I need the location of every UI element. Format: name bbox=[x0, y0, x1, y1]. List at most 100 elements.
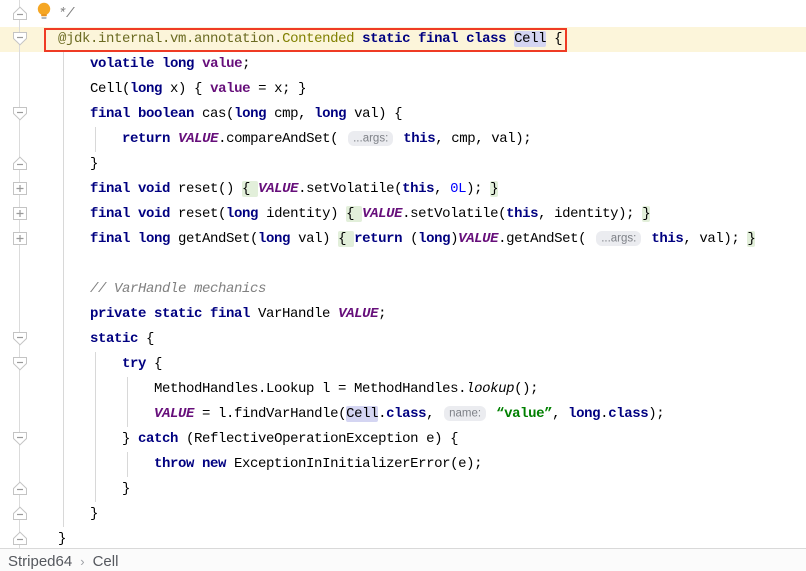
code-token: final long bbox=[90, 231, 171, 247]
code-token: } bbox=[26, 531, 67, 547]
code-token: private static final bbox=[90, 306, 251, 322]
code-token: cas( bbox=[194, 106, 235, 122]
code-token: , bbox=[434, 181, 451, 197]
code-line: */ bbox=[26, 2, 755, 27]
code-editor[interactable]: */ @jdk.internal.vm.annotation.Contended… bbox=[0, 0, 806, 548]
code-token: this bbox=[651, 231, 684, 247]
fold-start-icon[interactable] bbox=[12, 356, 28, 371]
code-token: (ReflectiveOperationException e) { bbox=[178, 431, 459, 447]
code-token: Cell( bbox=[26, 81, 131, 97]
fold-end-icon[interactable] bbox=[12, 156, 28, 171]
code-token: VALUE bbox=[258, 181, 299, 197]
collapsed-icon[interactable] bbox=[12, 181, 28, 196]
fold-end-icon[interactable] bbox=[12, 481, 28, 496]
code-token: val) { bbox=[346, 106, 403, 122]
code-token: { bbox=[138, 331, 155, 347]
code-line: } bbox=[26, 502, 755, 527]
code-token: static bbox=[90, 331, 139, 347]
code-token: final boolean bbox=[90, 106, 195, 122]
code-line: } bbox=[26, 152, 755, 177]
fold-start-icon[interactable] bbox=[12, 106, 28, 121]
code-token: .getAndSet( bbox=[498, 231, 595, 247]
code-token: try bbox=[122, 356, 147, 372]
code-token: return bbox=[354, 231, 403, 247]
code-token: . bbox=[600, 406, 609, 422]
code-line: return VALUE.compareAndSet( ...args: thi… bbox=[26, 127, 755, 152]
code-token: VALUE bbox=[154, 406, 195, 422]
intention-bulb-icon[interactable] bbox=[36, 2, 52, 20]
code-token: ; bbox=[242, 56, 251, 72]
code-token: { bbox=[242, 181, 259, 197]
breadcrumb-item-striped64[interactable]: Striped64 bbox=[8, 553, 72, 570]
code-token: reset( bbox=[170, 206, 227, 222]
breadcrumb-separator-icon: › bbox=[80, 554, 85, 569]
code-token: // VarHandle mechanics bbox=[90, 281, 267, 297]
code-token: { bbox=[146, 356, 163, 372]
collapsed-icon[interactable] bbox=[12, 231, 28, 246]
gutter-fold-line bbox=[19, 0, 20, 548]
code-area: */ @jdk.internal.vm.annotation.Contended… bbox=[26, 2, 756, 552]
inlay-hint: name: bbox=[444, 405, 487, 421]
code-token: .setVolatile( bbox=[298, 181, 403, 197]
ide-editor-window: { "breadcrumbs": { "items": ["Striped64"… bbox=[0, 0, 806, 571]
code-token: MethodHandles.Lookup l = MethodHandles. bbox=[26, 381, 467, 397]
code-token: , bbox=[426, 406, 443, 422]
code-token: val) bbox=[290, 231, 339, 247]
code-token: this bbox=[506, 206, 539, 222]
code-token: long bbox=[234, 106, 267, 122]
fold-start-icon[interactable] bbox=[12, 31, 28, 46]
code-token: , bbox=[552, 406, 569, 422]
code-line: final boolean cas(long cmp, long val) { bbox=[26, 102, 755, 127]
code-token: x) { bbox=[162, 81, 211, 97]
code-token: return bbox=[122, 131, 171, 147]
code-token: } bbox=[642, 206, 651, 222]
code-token: ) bbox=[450, 231, 459, 247]
code-token: “value” bbox=[496, 406, 553, 422]
code-line: try { bbox=[26, 352, 755, 377]
code-token: = l.findVarHandle( bbox=[194, 406, 347, 422]
code-line: // VarHandle mechanics bbox=[26, 277, 755, 302]
inlay-hint: ...args: bbox=[348, 130, 394, 146]
code-token: } bbox=[26, 481, 131, 497]
code-line: volatile long value; bbox=[26, 52, 755, 77]
code-token: VALUE bbox=[178, 131, 219, 147]
fold-end-icon[interactable] bbox=[12, 531, 28, 546]
code-line: } bbox=[26, 477, 755, 502]
code-token: @jdk.internal.vm.annotation. bbox=[58, 31, 283, 47]
code-token: lookup bbox=[466, 381, 515, 397]
code-token: class bbox=[608, 406, 649, 422]
code-token: (); bbox=[514, 381, 539, 397]
code-token: this bbox=[403, 131, 436, 147]
breadcrumb-item-cell[interactable]: Cell bbox=[93, 553, 119, 570]
code-token: static final class bbox=[362, 31, 507, 47]
code-token: ); bbox=[466, 181, 491, 197]
code-token: { bbox=[338, 231, 355, 247]
fold-end-icon[interactable] bbox=[12, 506, 28, 521]
code-line: } catch (ReflectiveOperationException e)… bbox=[26, 427, 755, 452]
fold-end-icon[interactable] bbox=[12, 6, 28, 21]
code-token: VALUE bbox=[458, 231, 499, 247]
code-line: MethodHandles.Lookup l = MethodHandles.l… bbox=[26, 377, 755, 402]
code-token: .compareAndSet( bbox=[218, 131, 347, 147]
collapsed-icon[interactable] bbox=[12, 206, 28, 221]
breadcrumb: Striped64 › Cell bbox=[0, 548, 806, 571]
code-line: @jdk.internal.vm.annotation.Contended st… bbox=[26, 27, 755, 52]
inlay-hint: ...args: bbox=[596, 230, 642, 246]
code-token: catch bbox=[138, 431, 179, 447]
fold-start-icon[interactable] bbox=[12, 431, 28, 446]
fold-start-icon[interactable] bbox=[12, 331, 28, 346]
